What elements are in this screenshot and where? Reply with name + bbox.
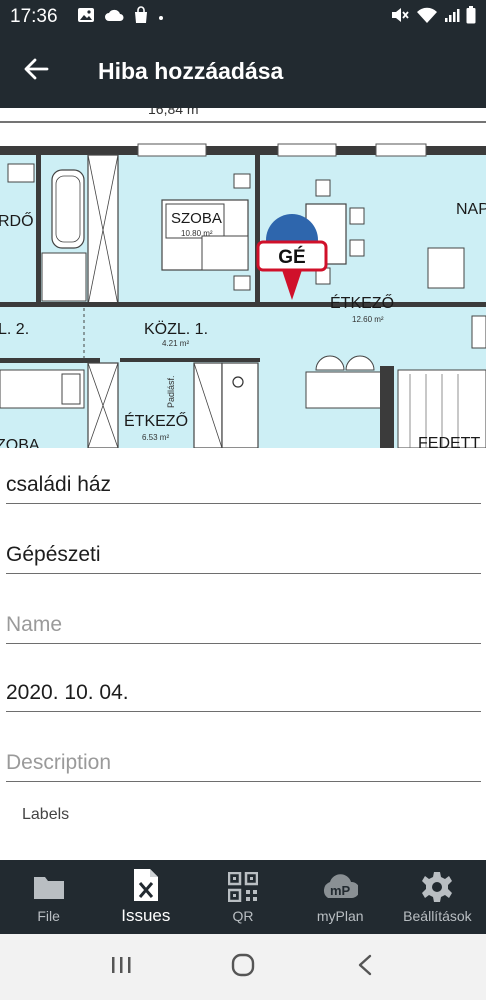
room-label: NAP xyxy=(456,201,486,218)
qr-code-icon xyxy=(228,870,258,904)
excel-file-icon xyxy=(133,868,159,902)
gear-icon xyxy=(421,870,453,904)
room-label: RDŐ xyxy=(0,211,34,230)
screen: 17:36 Hiba hozzáadása 16,84 m SZOBA 10.8… xyxy=(0,0,486,1000)
name-placeholder: Name xyxy=(6,613,63,636)
issue-form: családi ház Gépészeti Name 2020. 10. 04.… xyxy=(0,448,486,860)
home-icon xyxy=(231,953,255,982)
category-field[interactable]: Gépészeti xyxy=(6,518,481,574)
mute-icon xyxy=(390,6,410,29)
back-button[interactable] xyxy=(0,34,72,108)
room-area: 10.80 m² xyxy=(181,229,213,238)
app-bar: Hiba hozzáadása xyxy=(0,34,486,108)
folder-icon xyxy=(32,870,66,904)
dot-icon xyxy=(158,8,164,26)
status-left: 17:36 xyxy=(10,5,164,29)
arrow-left-icon xyxy=(23,58,49,85)
myplan-logo-icon: mP xyxy=(322,870,359,904)
nav-label-qr: QR xyxy=(232,908,254,924)
dimension-label: 16,84 m xyxy=(148,108,199,117)
home-button[interactable] xyxy=(213,942,273,992)
room-label: SZOBA xyxy=(171,210,222,227)
room-label: ÉTKEZŐ xyxy=(330,293,394,312)
issue-marker-label: GÉ xyxy=(278,246,305,268)
description-placeholder: Description xyxy=(6,751,112,774)
floor-plan-drawing: 16,84 m SZOBA 10.80 m² ÉTKEZŐ 12.60 m² K… xyxy=(0,108,486,448)
room-label: L. 2. xyxy=(0,321,29,338)
system-navigation-bar xyxy=(0,934,486,1000)
nav-label-myplan: myPlan xyxy=(316,908,364,924)
battery-icon xyxy=(466,5,476,29)
signal-icon xyxy=(444,7,460,28)
date-field[interactable]: 2020. 10. 04. xyxy=(6,656,481,712)
status-right xyxy=(390,5,476,29)
nav-item-settings[interactable]: Beállítások xyxy=(389,860,486,934)
recent-apps-button[interactable] xyxy=(91,942,151,992)
system-back-button[interactable] xyxy=(335,942,395,992)
shopping-bag-icon xyxy=(133,5,149,29)
category-value: Gépészeti xyxy=(6,543,101,566)
room-label: KÖZL. 1. xyxy=(144,320,208,338)
nav-label-settings: Beállítások xyxy=(403,908,472,924)
nav-item-issues[interactable]: Issues xyxy=(97,860,194,934)
nav-item-file[interactable]: File xyxy=(0,860,97,934)
room-label: ZOBA xyxy=(0,437,40,448)
image-icon xyxy=(77,7,95,28)
status-time: 17:36 xyxy=(10,6,58,27)
wifi-icon xyxy=(416,6,438,29)
room-label: ÉTKEZŐ xyxy=(124,411,188,430)
room-label: FEDETT xyxy=(418,435,480,448)
room-area: 4.21 m² xyxy=(162,339,189,348)
cloud-icon xyxy=(104,8,124,27)
room-label: Padlásf. xyxy=(166,375,176,408)
nav-item-qr[interactable]: QR xyxy=(194,860,291,934)
nav-item-myplan[interactable]: mP myPlan xyxy=(292,860,389,934)
name-field[interactable]: Name xyxy=(6,588,481,644)
bottom-navigation: File Issues QR mP myPlan Beállítások xyxy=(0,860,486,934)
date-value: 2020. 10. 04. xyxy=(6,681,129,704)
nav-label-issues: Issues xyxy=(121,906,171,925)
room-area: 6.53 m² xyxy=(142,433,169,442)
project-value: családi ház xyxy=(6,473,112,496)
svg-text:mP: mP xyxy=(330,883,351,898)
nav-label-file: File xyxy=(37,908,60,924)
recent-apps-icon xyxy=(110,955,132,980)
floor-plan[interactable]: 16,84 m SZOBA 10.80 m² ÉTKEZŐ 12.60 m² K… xyxy=(0,108,486,448)
page-title: Hiba hozzáadása xyxy=(98,57,284,84)
room-area: 12.60 m² xyxy=(352,315,384,324)
description-field[interactable]: Description xyxy=(6,726,481,782)
chevron-left-icon xyxy=(357,954,373,981)
labels-section[interactable]: Labels xyxy=(22,806,69,824)
status-bar: 17:36 xyxy=(0,0,486,34)
project-field[interactable]: családi ház xyxy=(6,448,481,504)
